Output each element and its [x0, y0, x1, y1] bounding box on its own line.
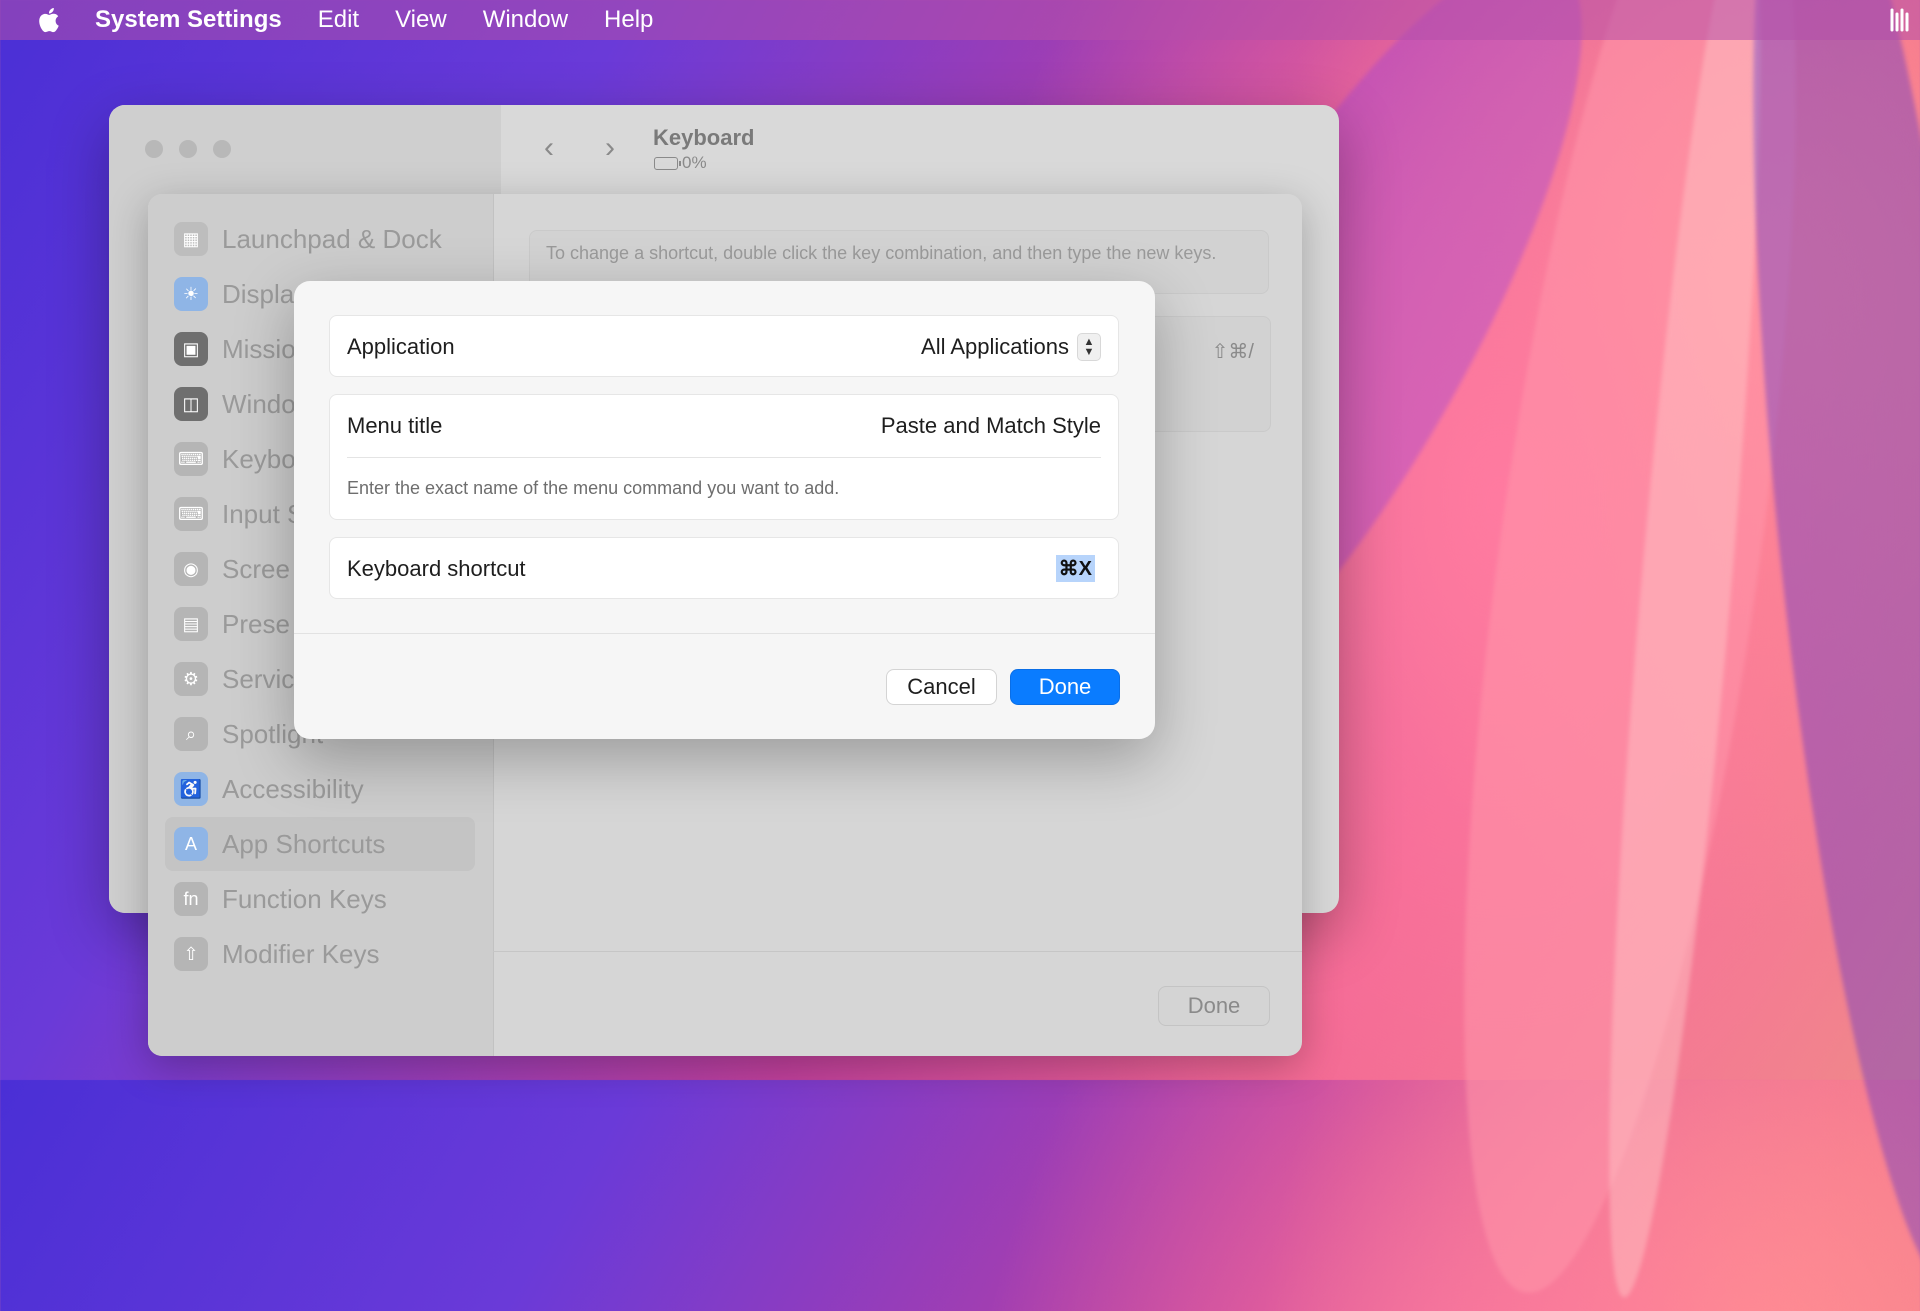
sidebar-item-label: Prese: [222, 608, 290, 639]
window-icon: ◫: [174, 387, 208, 421]
sidebar-item-launchpad[interactable]: ▦ Launchpad & Dock: [165, 212, 475, 266]
status-menu-icon[interactable]: [1886, 6, 1914, 34]
application-group: Application All Applications ▲ ▼: [329, 315, 1119, 377]
sidebar-item-modifier-keys[interactable]: ⇧ Modifier Keys: [165, 927, 475, 981]
close-window-icon[interactable]: [145, 140, 163, 158]
presenter-icon: ▤: [174, 607, 208, 641]
sidebar-item-label: Missio: [222, 333, 296, 364]
application-value: All Applications: [921, 334, 1069, 359]
cancel-button[interactable]: Cancel: [886, 669, 997, 705]
sidebar-item-function-keys[interactable]: fn Function Keys: [165, 872, 475, 926]
keyboard-shortcut-group: Keyboard shortcut ⌘X: [329, 537, 1119, 599]
sidebar-item-label: App Shortcuts: [222, 828, 386, 859]
sidebar-item-label: Servic: [222, 663, 295, 694]
modifier-keys-icon: ⇧: [174, 937, 208, 971]
divider: [347, 457, 1101, 458]
sidebar-item-label: Accessibility: [222, 773, 364, 804]
zoom-window-icon[interactable]: [213, 140, 231, 158]
menu-title-hint: Enter the exact name of the menu command…: [347, 478, 840, 498]
existing-shortcut[interactable]: ⇧⌘/: [1212, 339, 1254, 364]
sidebar-item-app-shortcuts[interactable]: A App Shortcuts: [165, 817, 475, 871]
app-shortcuts-icon: A: [174, 827, 208, 861]
services-icon: ⚙: [174, 662, 208, 696]
screenshot-icon: ◉: [174, 552, 208, 586]
menu-view[interactable]: View: [395, 6, 447, 34]
menu-bar: System Settings Edit View Window Help: [0, 0, 1920, 40]
add-shortcut-dialog: Application All Applications ▲ ▼ Menu tit…: [294, 281, 1155, 739]
menu-app-name[interactable]: System Settings: [95, 6, 282, 34]
application-popup[interactable]: All Applications ▲ ▼: [921, 333, 1101, 361]
sidebar-item-accessibility[interactable]: ♿ Accessibility: [165, 762, 475, 816]
menu-title-field[interactable]: Paste and Match Style: [881, 413, 1101, 439]
sidebar-item-label: Displa: [222, 278, 295, 309]
sidebar-item-label: Windo: [222, 388, 296, 419]
apple-menu-icon[interactable]: [33, 5, 63, 35]
keyboard-shortcut-field[interactable]: ⌘X: [951, 551, 1101, 585]
keyboard-shortcut-value: ⌘X: [1055, 554, 1095, 582]
window-title: Keyboard: [653, 125, 755, 150]
chevron-up-down-icon: ▲ ▼: [1077, 333, 1101, 361]
mission-control-icon: ▣: [174, 332, 208, 366]
menu-help[interactable]: Help: [604, 6, 653, 34]
application-label: Application: [347, 334, 455, 359]
sidebar-item-label: Function Keys: [222, 883, 387, 914]
menu-window[interactable]: Window: [483, 6, 568, 34]
menu-title-group: Menu title Paste and Match Style Enter t…: [329, 394, 1119, 520]
display-icon: ☀: [174, 277, 208, 311]
battery-percent: 0%: [682, 153, 707, 172]
sidebar-item-label: Input S: [222, 498, 305, 529]
sidebar-item-label: Keybo: [222, 443, 296, 474]
keyboard-icon: ⌨: [174, 442, 208, 476]
battery-status: 0%: [654, 153, 707, 173]
forward-icon[interactable]: ›: [595, 133, 625, 163]
minimize-window-icon[interactable]: [179, 140, 197, 158]
sidebar-item-label: Launchpad & Dock: [222, 223, 442, 254]
back-icon[interactable]: ‹: [534, 133, 564, 163]
battery-icon: [654, 156, 681, 170]
dialog-divider: [294, 633, 1155, 634]
sidebar-item-label: Modifier Keys: [222, 938, 380, 969]
function-keys-icon: fn: [174, 882, 208, 916]
sheet-done-button[interactable]: Done: [1158, 986, 1270, 1026]
menu-edit[interactable]: Edit: [318, 6, 359, 34]
accessibility-icon: ♿: [174, 772, 208, 806]
sheet-divider: [493, 951, 1302, 952]
done-button[interactable]: Done: [1010, 669, 1120, 705]
launchpad-icon: ▦: [174, 222, 208, 256]
menu-title-label: Menu title: [347, 413, 443, 438]
spotlight-icon: ⌕: [174, 717, 208, 751]
keyboard-shortcut-label: Keyboard shortcut: [347, 556, 526, 581]
sidebar-item-label: Scree: [222, 553, 290, 584]
input-icon: ⌨: [174, 497, 208, 531]
